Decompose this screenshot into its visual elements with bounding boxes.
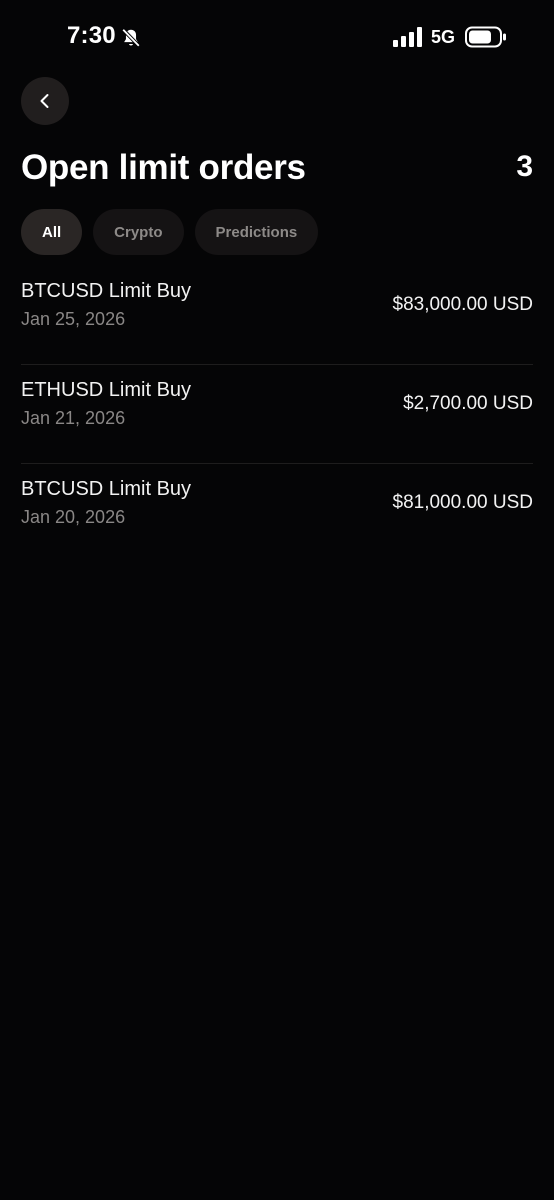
- order-row[interactable]: BTCUSD Limit Buy Jan 20, 2026 $81,000.00…: [21, 464, 533, 563]
- battery-icon: [465, 26, 506, 48]
- bell-slash-icon: [121, 28, 141, 48]
- status-bar: 7:30 5G: [0, 0, 554, 76]
- order-amount: $81,000.00 USD: [392, 492, 534, 513]
- order-name: BTCUSD Limit Buy: [21, 478, 192, 500]
- network-type: 5G: [431, 27, 456, 47]
- open-limit-orders-screen: 7:30 5G Open limit orders 3 All Crypto P…: [0, 0, 554, 1200]
- orders-list: BTCUSD Limit Buy Jan 25, 2026 $83,000.00…: [21, 266, 533, 563]
- order-row[interactable]: BTCUSD Limit Buy Jan 25, 2026 $83,000.00…: [21, 266, 533, 365]
- order-date: Jan 20, 2026: [21, 507, 126, 527]
- chevron-left-icon: [40, 94, 49, 108]
- filter-chip-all[interactable]: All: [21, 209, 83, 255]
- order-name: ETHUSD Limit Buy: [21, 379, 192, 401]
- order-date: Jan 21, 2026: [21, 408, 126, 428]
- page-title: Open limit orders: [21, 148, 306, 187]
- filter-chip-predictions[interactable]: Predictions: [194, 209, 319, 255]
- order-row[interactable]: ETHUSD Limit Buy Jan 21, 2026 $2,700.00 …: [21, 365, 533, 464]
- order-date: Jan 25, 2026: [21, 309, 126, 329]
- signal-bars-icon: [393, 27, 422, 47]
- order-amount: $83,000.00 USD: [392, 294, 534, 315]
- order-count: 3: [516, 150, 533, 183]
- order-name: BTCUSD Limit Buy: [21, 280, 192, 302]
- order-amount: $2,700.00 USD: [403, 393, 533, 414]
- filter-chip-crypto[interactable]: Crypto: [93, 209, 184, 255]
- back-button[interactable]: [21, 77, 69, 125]
- filter-chips: All Crypto Predictions: [21, 209, 319, 255]
- status-time: 7:30: [67, 22, 116, 49]
